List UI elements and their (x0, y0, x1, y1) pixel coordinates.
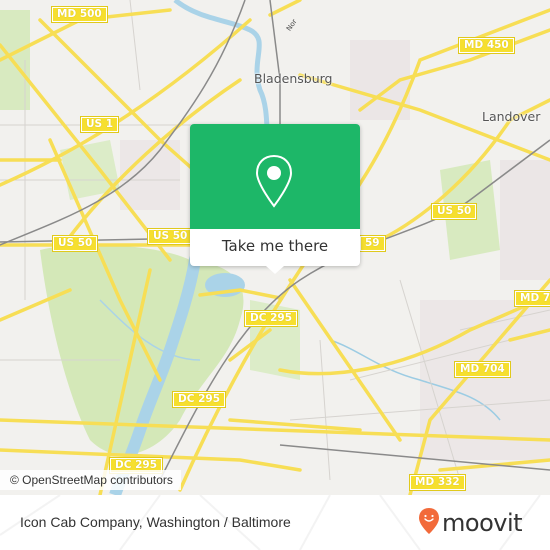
moovit-wordmark: moovit (442, 509, 523, 537)
location-title: Icon Cab Company, Washington / Baltimore (20, 514, 291, 530)
place-label-bladensburg: Bladensburg (254, 71, 333, 86)
map-attribution[interactable]: © OpenStreetMap contributors (0, 470, 181, 490)
road-shield-us-50: US 50 (51, 235, 99, 252)
moovit-smiley-pin-icon (418, 507, 440, 539)
road-shield-md-500: MD 500 (51, 6, 108, 23)
road-shield-md-704: MD 704 (514, 290, 550, 307)
road-shield-us-1: US 1 (79, 116, 120, 133)
landuse-area (500, 160, 550, 280)
take-me-there-button[interactable]: Take me there (190, 229, 360, 266)
map[interactable]: Nor Bladensburg Landover MD 500 MD 450 U… (0, 0, 550, 495)
road-shield-us-50: US 50 (430, 203, 478, 220)
road-shield-md-704: MD 704 (454, 361, 511, 378)
road-shield-us-50: US 50 (146, 228, 194, 245)
road-shield-md-332: MD 332 (409, 474, 466, 491)
road-shield-dc-295: DC 295 (244, 310, 298, 327)
road-shield-md-450: MD 450 (458, 37, 515, 54)
moovit-logo[interactable]: moovit (418, 507, 523, 539)
road-shield-59: 59 (359, 235, 386, 252)
popup-header[interactable] (190, 124, 360, 229)
take-me-there-popup[interactable]: Take me there (190, 124, 360, 274)
footer: Icon Cab Company, Washington / Baltimore… (0, 495, 550, 550)
popup-pointer (266, 266, 284, 274)
place-label-landover: Landover (482, 109, 541, 124)
road-shield-dc-295: DC 295 (172, 391, 226, 408)
